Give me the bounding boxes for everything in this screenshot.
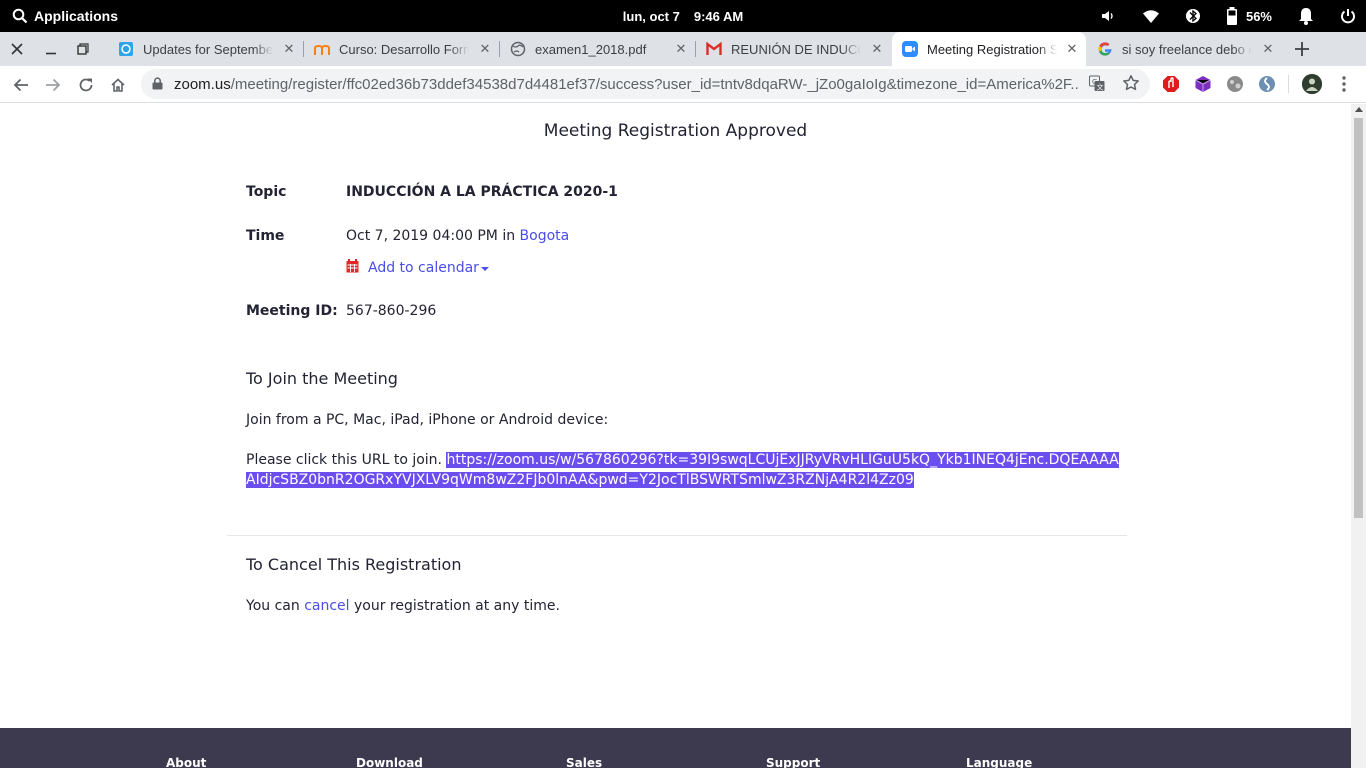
cancel-post-text: your registration at any time.: [354, 598, 560, 614]
add-to-calendar-dropdown[interactable]: Add to calendar: [346, 259, 489, 277]
tab-close-icon[interactable]: ✕: [673, 41, 689, 57]
doc-icon: [118, 41, 134, 57]
join-heading: To Join the Meeting: [246, 369, 398, 388]
tab-meeting-registration[interactable]: Meeting Registration Success ✕: [892, 32, 1086, 66]
tab-gmail-reunion[interactable]: REUNIÓN DE INDUCCIÓN ✕: [696, 32, 891, 66]
cancel-pre-text: You can: [246, 598, 300, 614]
tab-close-icon[interactable]: ✕: [477, 41, 493, 57]
page-scrollbar[interactable]: [1351, 104, 1366, 768]
cancel-text: You can cancel your registration at any …: [246, 598, 560, 614]
calendar-icon: [346, 259, 359, 277]
volume-icon[interactable]: [1100, 8, 1116, 24]
footer-support[interactable]: Support: [766, 756, 820, 768]
applications-menu[interactable]: Applications: [12, 0, 118, 32]
tab-updates[interactable]: Updates for September ✕: [108, 32, 303, 66]
site-footer: About Download Sales Support Language: [0, 728, 1351, 768]
battery-indicator[interactable]: 56%: [1226, 7, 1272, 25]
forward-button[interactable]: [39, 71, 67, 99]
tab-curso[interactable]: Curso: Desarrollo Formativo ✕: [304, 32, 499, 66]
back-button[interactable]: [7, 71, 35, 99]
moodle-icon: [314, 41, 330, 57]
toolbar-separator: [1288, 75, 1289, 93]
window-minimize-icon[interactable]: [35, 32, 67, 66]
reload-button[interactable]: [72, 71, 100, 99]
translate-icon[interactable]: G文: [1089, 75, 1105, 98]
scroll-up-arrow-icon[interactable]: [1355, 107, 1363, 112]
section-divider: [227, 535, 1127, 536]
cancel-link[interactable]: cancel: [304, 598, 349, 614]
system-tray[interactable]: 56%: [1100, 0, 1356, 32]
window-close-icon[interactable]: [1, 32, 33, 66]
home-button[interactable]: [104, 71, 132, 99]
tab-title: REUNIÓN DE INDUCCIÓN: [731, 41, 861, 57]
browser-menu-icon[interactable]: [1336, 74, 1352, 94]
battery-icon: [1226, 7, 1238, 25]
url-path: /meeting/register/ffc02ed36b73ddef34538d…: [230, 76, 1079, 93]
new-tab-button[interactable]: [1289, 32, 1315, 66]
tab-title: Curso: Desarrollo Formativo: [339, 41, 469, 57]
browser-tab-strip: Updates for September ✕ Curso: Desarroll…: [0, 32, 1366, 66]
footer-language[interactable]: Language: [966, 756, 1032, 768]
applications-label: Applications: [34, 8, 119, 24]
tab-examen-pdf[interactable]: examen1_2018.pdf ✕: [500, 32, 695, 66]
tab-close-icon[interactable]: ✕: [1260, 41, 1276, 57]
topic-value: INDUCCIÓN A LA PRÁCTICA 2020-1: [346, 184, 618, 200]
adblock-extension-icon[interactable]: [1162, 75, 1180, 93]
scrollbar-thumb[interactable]: [1354, 118, 1363, 518]
footer-sales[interactable]: Sales: [566, 756, 602, 768]
date-text: lun, oct 7: [622, 8, 680, 24]
power-icon[interactable]: [1340, 8, 1356, 24]
notifications-bell-icon[interactable]: [1298, 7, 1314, 25]
time-value: Oct 7, 2019 04:00 PM: [346, 228, 498, 244]
address-bar[interactable]: zoom.us/meeting/register/ffc02ed36b73dde…: [141, 69, 1150, 99]
time-text: 9:46 AM: [693, 8, 744, 24]
cancel-heading: To Cancel This Registration: [246, 555, 462, 574]
wifi-icon[interactable]: [1142, 8, 1160, 24]
tab-close-icon[interactable]: ✕: [281, 41, 297, 57]
tab-title: si soy freelance debo cotizar: [1122, 41, 1252, 57]
tab-close-icon[interactable]: ✕: [1064, 41, 1080, 57]
battery-percent: 56%: [1245, 8, 1272, 24]
system-top-bar: Applications lun, oct 7 9:46 AM 56%: [0, 0, 1366, 32]
cube-extension-icon[interactable]: [1194, 75, 1212, 93]
chevron-down-icon: [480, 267, 489, 271]
add-to-calendar-label: Add to calendar: [368, 260, 479, 276]
tab-title: Updates for September: [143, 41, 273, 57]
page-content: Meeting Registration Approved Topic INDU…: [0, 104, 1351, 768]
bluetooth-icon[interactable]: [1185, 7, 1200, 25]
topic-label: Topic: [246, 184, 287, 200]
tab-title: Meeting Registration Success: [927, 41, 1057, 57]
bookmark-star-icon[interactable]: [1122, 74, 1140, 97]
window-restore-icon[interactable]: [67, 32, 99, 66]
lock-icon[interactable]: [152, 77, 163, 95]
url-host: zoom.us: [174, 76, 231, 93]
time-label: Time: [246, 228, 285, 244]
info-extension-icon[interactable]: [1258, 75, 1276, 93]
footer-download[interactable]: Download: [356, 756, 423, 768]
globe-icon: [510, 41, 526, 57]
footer-about[interactable]: About: [166, 756, 206, 768]
browser-toolbar: zoom.us/meeting/register/ffc02ed36b73dde…: [0, 66, 1366, 103]
url-text[interactable]: zoom.us/meeting/register/ffc02ed36b73dde…: [174, 76, 1079, 93]
gmail-icon: [706, 41, 722, 57]
google-icon: [1097, 41, 1113, 57]
search-icon: [12, 8, 28, 24]
join-devices-text: Join from a PC, Mac, iPad, iPhone or And…: [246, 412, 609, 428]
globe-extension-icon[interactable]: [1226, 75, 1244, 93]
join-prompt: Please click this URL to join.: [246, 452, 443, 468]
svg-text:文: 文: [1097, 83, 1104, 92]
profile-avatar[interactable]: [1302, 74, 1322, 94]
tab-google-search[interactable]: si soy freelance debo cotizar ✕: [1087, 32, 1282, 66]
zoom-icon: [902, 41, 918, 57]
time-value-row: Oct 7, 2019 04:00 PM in Bogota: [346, 228, 569, 244]
timezone-link[interactable]: Bogota: [520, 228, 570, 244]
meeting-id-value: 567-860-296: [346, 303, 437, 319]
page-title: Meeting Registration Approved: [543, 121, 808, 141]
meeting-id-label: Meeting ID:: [246, 303, 338, 319]
join-url-paragraph: Please click this URL to join. https://z…: [246, 450, 1126, 490]
tab-title: examen1_2018.pdf: [535, 41, 647, 57]
time-in-text: in: [502, 228, 516, 244]
tab-close-icon[interactable]: ✕: [869, 41, 885, 57]
